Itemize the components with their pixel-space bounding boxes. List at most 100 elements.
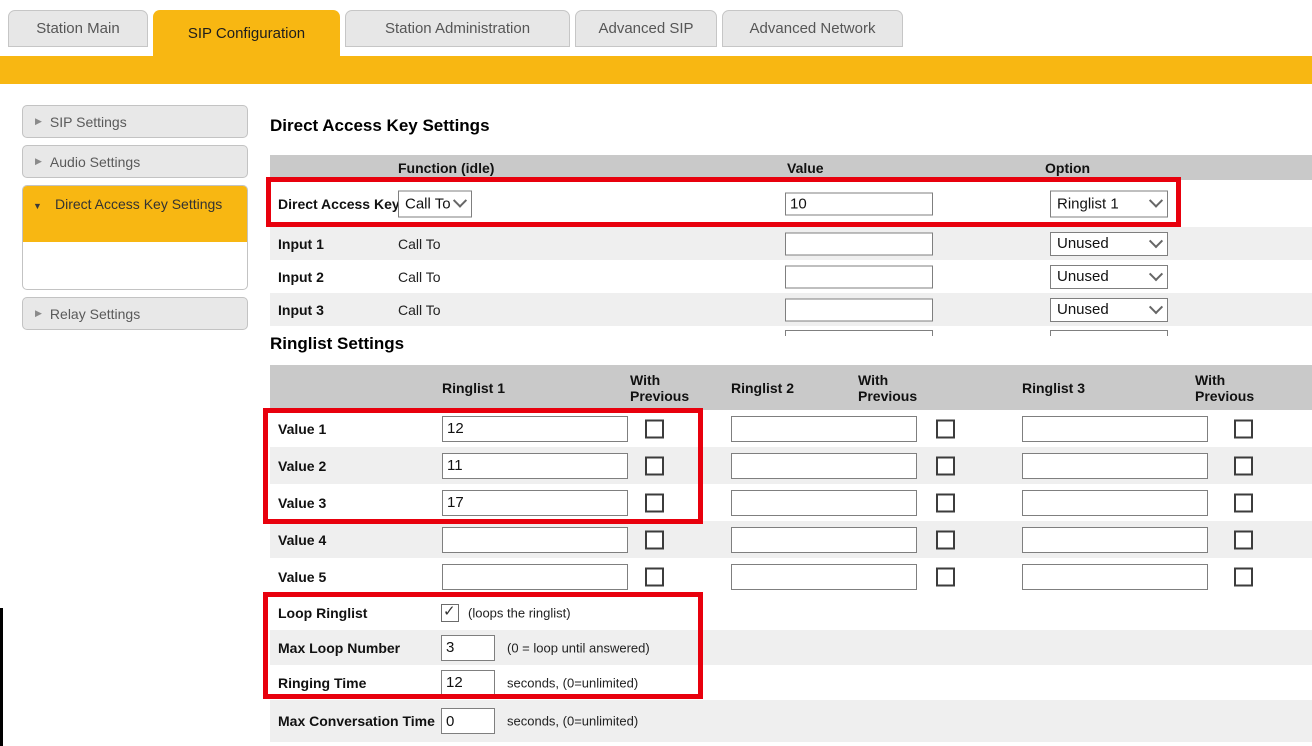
chevron-down-icon (1148, 266, 1164, 281)
sidebar-item-label: Relay Settings (49, 305, 141, 322)
row-label: Input 2 (278, 268, 324, 285)
sidebar-item-relay-settings[interactable]: ▶ Relay Settings (22, 297, 248, 330)
with-previous-checkbox[interactable] (1234, 419, 1253, 438)
column-header-with-previous-3: With Previous (1195, 371, 1255, 404)
function-select-value: Call To (405, 195, 451, 212)
with-previous-checkbox[interactable] (936, 419, 955, 438)
max-conversation-time-note: seconds, (0=unlimited) (507, 713, 639, 729)
table-row-max-loop-number: Max Loop Number (0 = loop until answered… (270, 630, 1312, 665)
sidebar-item-label: Direct Access Key Settings (55, 196, 223, 212)
chevron-right-icon: ▶ (35, 156, 42, 166)
function-static: Call To (398, 235, 441, 252)
chevron-down-icon (1148, 299, 1164, 314)
column-header-with-previous-1: With Previous (630, 371, 690, 404)
table-row-input-3: Input 3 Call To Unused (270, 293, 1312, 326)
value-input-partial[interactable] (785, 330, 933, 336)
ringlist1-value-input[interactable] (442, 489, 628, 516)
ringlist2-value-input[interactable] (731, 526, 917, 553)
sidebar-active-header[interactable]: ▼ Direct Access Key Settings (23, 186, 247, 242)
with-previous-checkbox[interactable] (1234, 567, 1253, 586)
page: Station Main SIP Configuration Station A… (0, 0, 1312, 746)
ringlist2-value-input[interactable] (731, 563, 917, 590)
chevron-down-icon (1148, 233, 1164, 248)
table-header-row: Ringlist 1 With Previous Ringlist 2 With… (270, 365, 1312, 410)
ringlist3-value-input[interactable] (1022, 526, 1208, 553)
with-previous-checkbox[interactable] (1234, 456, 1253, 475)
option-select-partial[interactable] (1050, 330, 1168, 336)
row-label: Loop Ringlist (278, 604, 368, 621)
chevron-right-icon: ▶ (35, 308, 42, 318)
chevron-down-icon (1148, 193, 1164, 208)
column-header-option: Option (1045, 159, 1091, 176)
row-label: Value 4 (278, 531, 327, 548)
ringlist3-value-input[interactable] (1022, 489, 1208, 516)
sidebar-item-label: SIP Settings (49, 113, 127, 130)
row-label: Input 3 (278, 301, 324, 318)
table-row-value-3: Value 3 (270, 484, 1312, 521)
ringlist2-value-input[interactable] (731, 415, 917, 442)
table-row-direct-access-key-1: Direct Access Key 1 Call To Ringlist 1 (270, 180, 1312, 227)
value-input[interactable] (785, 298, 933, 321)
table-row-ringing-time: Ringing Time seconds, (0=unlimited) (270, 665, 1312, 700)
max-conversation-time-input[interactable] (441, 708, 495, 734)
option-select-value: Unused (1057, 235, 1109, 252)
with-previous-checkbox[interactable] (1234, 493, 1253, 512)
table-row-input-1: Input 1 Call To Unused (270, 227, 1312, 260)
chevron-down-icon (1148, 332, 1164, 336)
value-input[interactable] (785, 265, 933, 288)
with-previous-checkbox[interactable] (936, 493, 955, 512)
with-previous-checkbox[interactable] (645, 493, 664, 512)
table-header-row: Function (idle) Value Option (270, 155, 1312, 180)
ringing-time-input[interactable] (441, 669, 495, 696)
loop-ringlist-note: (loops the ringlist) (468, 605, 571, 620)
sidebar-item-sip-settings[interactable]: ▶ SIP Settings (22, 105, 248, 138)
with-previous-checkbox[interactable] (936, 456, 955, 475)
ringlist3-value-input[interactable] (1022, 452, 1208, 479)
with-previous-checkbox[interactable] (936, 530, 955, 549)
tab-station-administration[interactable]: Station Administration (345, 10, 570, 47)
max-loop-number-input[interactable] (441, 634, 495, 661)
ringlist1-value-input[interactable] (442, 526, 628, 553)
option-select[interactable]: Unused (1050, 264, 1168, 289)
value-input[interactable] (785, 232, 933, 255)
with-previous-checkbox[interactable] (1234, 530, 1253, 549)
with-previous-checkbox[interactable] (936, 567, 955, 586)
ringlist1-value-input[interactable] (442, 452, 628, 479)
with-previous-checkbox[interactable] (645, 567, 664, 586)
value-input[interactable] (785, 192, 933, 215)
chevron-down-icon: ▼ (33, 201, 42, 211)
column-header-value: Value (787, 159, 824, 176)
tab-advanced-sip[interactable]: Advanced SIP (575, 10, 717, 47)
chevron-down-icon (452, 193, 468, 208)
option-select[interactable]: Ringlist 1 (1050, 190, 1168, 217)
tab-sip-configuration[interactable]: SIP Configuration (153, 10, 340, 57)
ringlist2-value-input[interactable] (731, 452, 917, 479)
section-title-direct-access-key: Direct Access Key Settings (270, 116, 490, 135)
sidebar-item-direct-access-key-settings[interactable]: ▼ Direct Access Key Settings (22, 185, 248, 290)
row-label: Value 3 (278, 494, 327, 511)
ringlist3-value-input[interactable] (1022, 563, 1208, 590)
sidebar-item-label: Audio Settings (49, 153, 141, 170)
with-previous-checkbox[interactable] (645, 419, 664, 438)
tab-advanced-network[interactable]: Advanced Network (722, 10, 903, 47)
ringlist1-value-input[interactable] (442, 563, 628, 590)
with-previous-checkbox[interactable] (645, 530, 664, 549)
ringlist1-value-input[interactable] (442, 415, 628, 442)
ringlist2-value-input[interactable] (731, 489, 917, 516)
ringlist3-value-input[interactable] (1022, 415, 1208, 442)
column-header-function: Function (idle) (398, 159, 495, 176)
row-label: Ringing Time (278, 674, 367, 691)
function-static: Call To (398, 301, 441, 318)
table-row-loop-ringlist: Loop Ringlist (loops the ringlist) (270, 595, 1312, 630)
option-select[interactable]: Unused (1050, 231, 1168, 256)
loop-ringlist-checkbox[interactable] (441, 602, 459, 622)
row-label: Value 5 (278, 568, 327, 585)
table-row-value-2: Value 2 (270, 447, 1312, 484)
option-select[interactable]: Unused (1050, 297, 1168, 322)
chevron-right-icon: ▶ (35, 116, 42, 126)
tab-station-main[interactable]: Station Main (8, 10, 148, 47)
function-select[interactable]: Call To (398, 190, 472, 217)
sidebar-item-audio-settings[interactable]: ▶ Audio Settings (22, 145, 248, 178)
with-previous-checkbox[interactable] (645, 456, 664, 475)
column-header-ringlist-1: Ringlist 1 (442, 379, 506, 396)
